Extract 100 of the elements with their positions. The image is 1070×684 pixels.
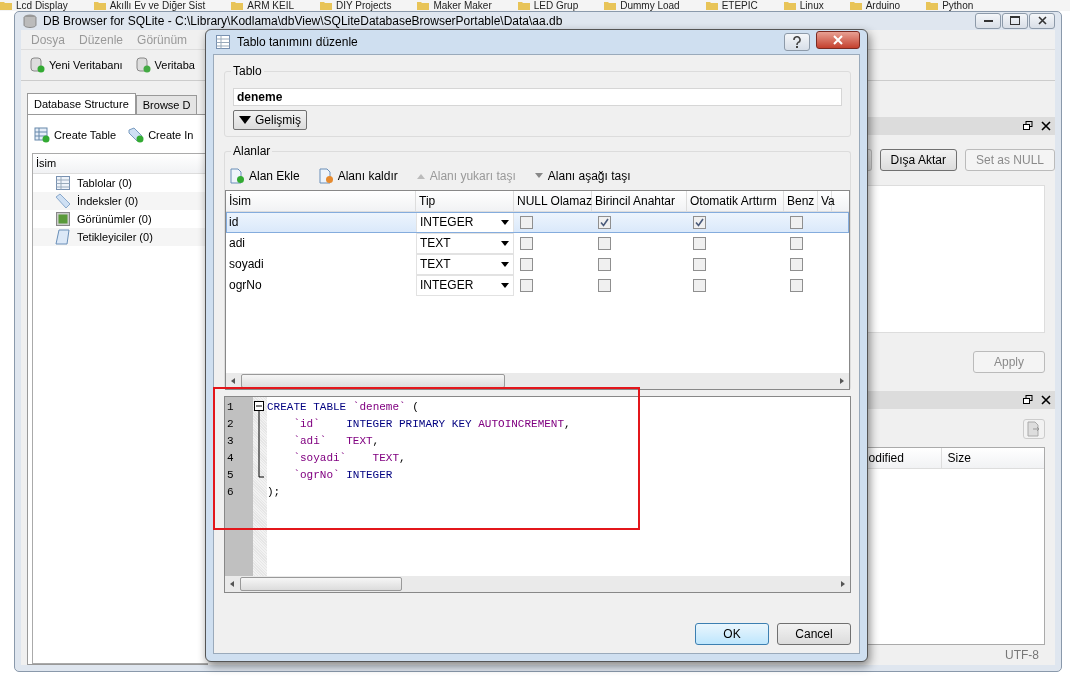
up-arrow-icon [415, 172, 426, 180]
table-icon [34, 127, 50, 143]
tag-icon [128, 127, 145, 143]
checkbox[interactable] [598, 279, 611, 292]
bookmark-link[interactable]: Python [942, 0, 974, 11]
table-icon [215, 34, 231, 50]
code-line: `ogrNo` INTEGER [292, 468, 394, 483]
caret-icon [501, 262, 509, 267]
line-number: 5 [226, 468, 235, 483]
tree-item[interactable]: Görünümler (0) [77, 213, 152, 225]
maximize-icon [1010, 16, 1020, 26]
toolbar-button[interactable]: Alanı kaldır [317, 168, 398, 184]
close-icon [1037, 16, 1047, 26]
scroll-left-icon[interactable] [229, 377, 237, 385]
toolbar-button[interactable]: Create In [126, 123, 196, 147]
minimize-button[interactable] [975, 12, 1001, 29]
checkbox[interactable] [520, 237, 533, 250]
type-dropdown[interactable]: TEXT [416, 233, 514, 254]
close-icon[interactable] [1041, 395, 1051, 405]
line-number: 2 [226, 417, 235, 432]
checkbox[interactable] [693, 279, 706, 292]
document-arrow-icon [1027, 421, 1041, 437]
code-line: ); [267, 485, 282, 500]
checkbox[interactable] [520, 258, 533, 271]
tab[interactable]: Browse D [135, 95, 198, 114]
bookmark-link[interactable]: Maker Maker [433, 0, 492, 11]
column-header: Size [946, 450, 971, 467]
tree-item[interactable]: Tablolar (0) [77, 177, 133, 189]
group-label: Tablo [231, 64, 264, 78]
scroll-left-icon[interactable] [228, 580, 236, 588]
toolbar-button[interactable]: Yeni Veritabanı [27, 55, 125, 76]
toolbar-button[interactable]: Create Table [32, 123, 119, 147]
advanced-button[interactable]: Gelişmiş [233, 110, 307, 130]
scroll-right-icon[interactable] [838, 377, 846, 385]
type-dropdown[interactable]: INTEGER [416, 275, 514, 296]
bookmark-link[interactable]: ARM KEIL [247, 0, 294, 11]
table-row[interactable]: ogrNo INTEGER [226, 275, 849, 296]
database-icon [29, 57, 45, 74]
minimize-icon [983, 19, 993, 23]
database-icon [23, 13, 37, 28]
dock-button[interactable]: Dışa Aktar [879, 149, 957, 171]
help-button[interactable] [784, 33, 810, 51]
close-icon[interactable] [1041, 121, 1051, 131]
checkbox[interactable] [520, 279, 533, 292]
type-dropdown[interactable]: INTEGER [416, 212, 514, 233]
table-cell-text: id [228, 214, 240, 231]
checkbox[interactable] [693, 237, 706, 250]
window-title: DB Browser for SQLite - C:\Library\Kodlama\dbView\SQLiteDatabaseBrowserPortable\Data\aa.db [43, 13, 563, 28]
table-name-field[interactable]: deneme [233, 88, 842, 106]
dialog-button[interactable]: OK [695, 623, 769, 645]
bookmark-link[interactable]: Akıllı Ev ve Diğer Sist [109, 0, 206, 11]
checkbox[interactable] [520, 216, 533, 229]
scroll-icon [55, 229, 71, 245]
code-line: `soyadi` TEXT, [292, 451, 407, 466]
bookmark-link[interactable]: Lcd Display [16, 0, 68, 11]
restore-icon[interactable] [1023, 121, 1033, 131]
scroll-right-icon[interactable] [839, 580, 847, 588]
bookmark-link[interactable]: Arduino [865, 0, 901, 11]
table-row[interactable]: soyadi TEXT [226, 254, 849, 275]
bookmark-link[interactable]: Dummy Load [620, 0, 680, 11]
line-number: 3 [226, 434, 235, 449]
bookmark-link[interactable]: DIY Projects [336, 0, 392, 11]
tab[interactable]: Database Structure [27, 93, 136, 114]
horizontal-scrollbar[interactable] [225, 576, 850, 592]
triangle-down-icon [239, 116, 251, 124]
toolbar-button[interactable]: Veritaba [132, 55, 197, 76]
bookmark-link[interactable]: Linux [799, 0, 824, 11]
encoding-label: UTF-8 [1005, 648, 1039, 662]
close-button[interactable] [1029, 12, 1055, 29]
toolbar-button[interactable]: Alanı aşağı taşı [533, 169, 631, 183]
checkbox[interactable] [790, 258, 803, 271]
checkbox[interactable] [790, 237, 803, 250]
table-row[interactable]: adi TEXT [226, 233, 849, 254]
sql-editor[interactable]: 1 2 3 4 5 6 CREATE TABLE `deneme` ( `id` INTEGER PRIMARY KEY AUTOINCREMENT, `adi` TEXT, `soyadi` TEXT, `ogrNo` INTEGER ); [224, 396, 851, 593]
checkbox[interactable] [598, 237, 611, 250]
line-number: 1 [226, 400, 235, 415]
checkbox[interactable] [790, 216, 803, 229]
line-number: 4 [226, 451, 235, 466]
toolbar-button[interactable]: Alan Ekle [229, 168, 300, 184]
checkbox[interactable] [693, 216, 706, 229]
checkbox[interactable] [598, 216, 611, 229]
column-header: Otomatik Arttırm [687, 191, 784, 211]
dialog-button[interactable]: Cancel [777, 623, 851, 645]
horizontal-scrollbar[interactable] [226, 373, 849, 389]
bookmark-link[interactable]: LED Grup [533, 0, 579, 11]
table-cell-text: soyadi [228, 256, 265, 273]
checkbox[interactable] [598, 258, 611, 271]
type-dropdown[interactable]: TEXT [416, 254, 514, 275]
table-row[interactable]: id INTEGER [226, 212, 849, 233]
maximize-button[interactable] [1002, 12, 1028, 29]
bookmark-link[interactable]: ETEPIC [721, 0, 758, 11]
restore-icon[interactable] [1023, 395, 1033, 405]
column-header: Benz [784, 191, 818, 211]
checkbox[interactable] [790, 279, 803, 292]
add-document-icon [229, 168, 245, 184]
checkbox[interactable] [693, 258, 706, 271]
column-header: İsim [33, 154, 208, 174]
column-header: NULL Olamaz [514, 191, 592, 211]
close-button[interactable] [816, 31, 860, 49]
help-icon [792, 36, 802, 48]
